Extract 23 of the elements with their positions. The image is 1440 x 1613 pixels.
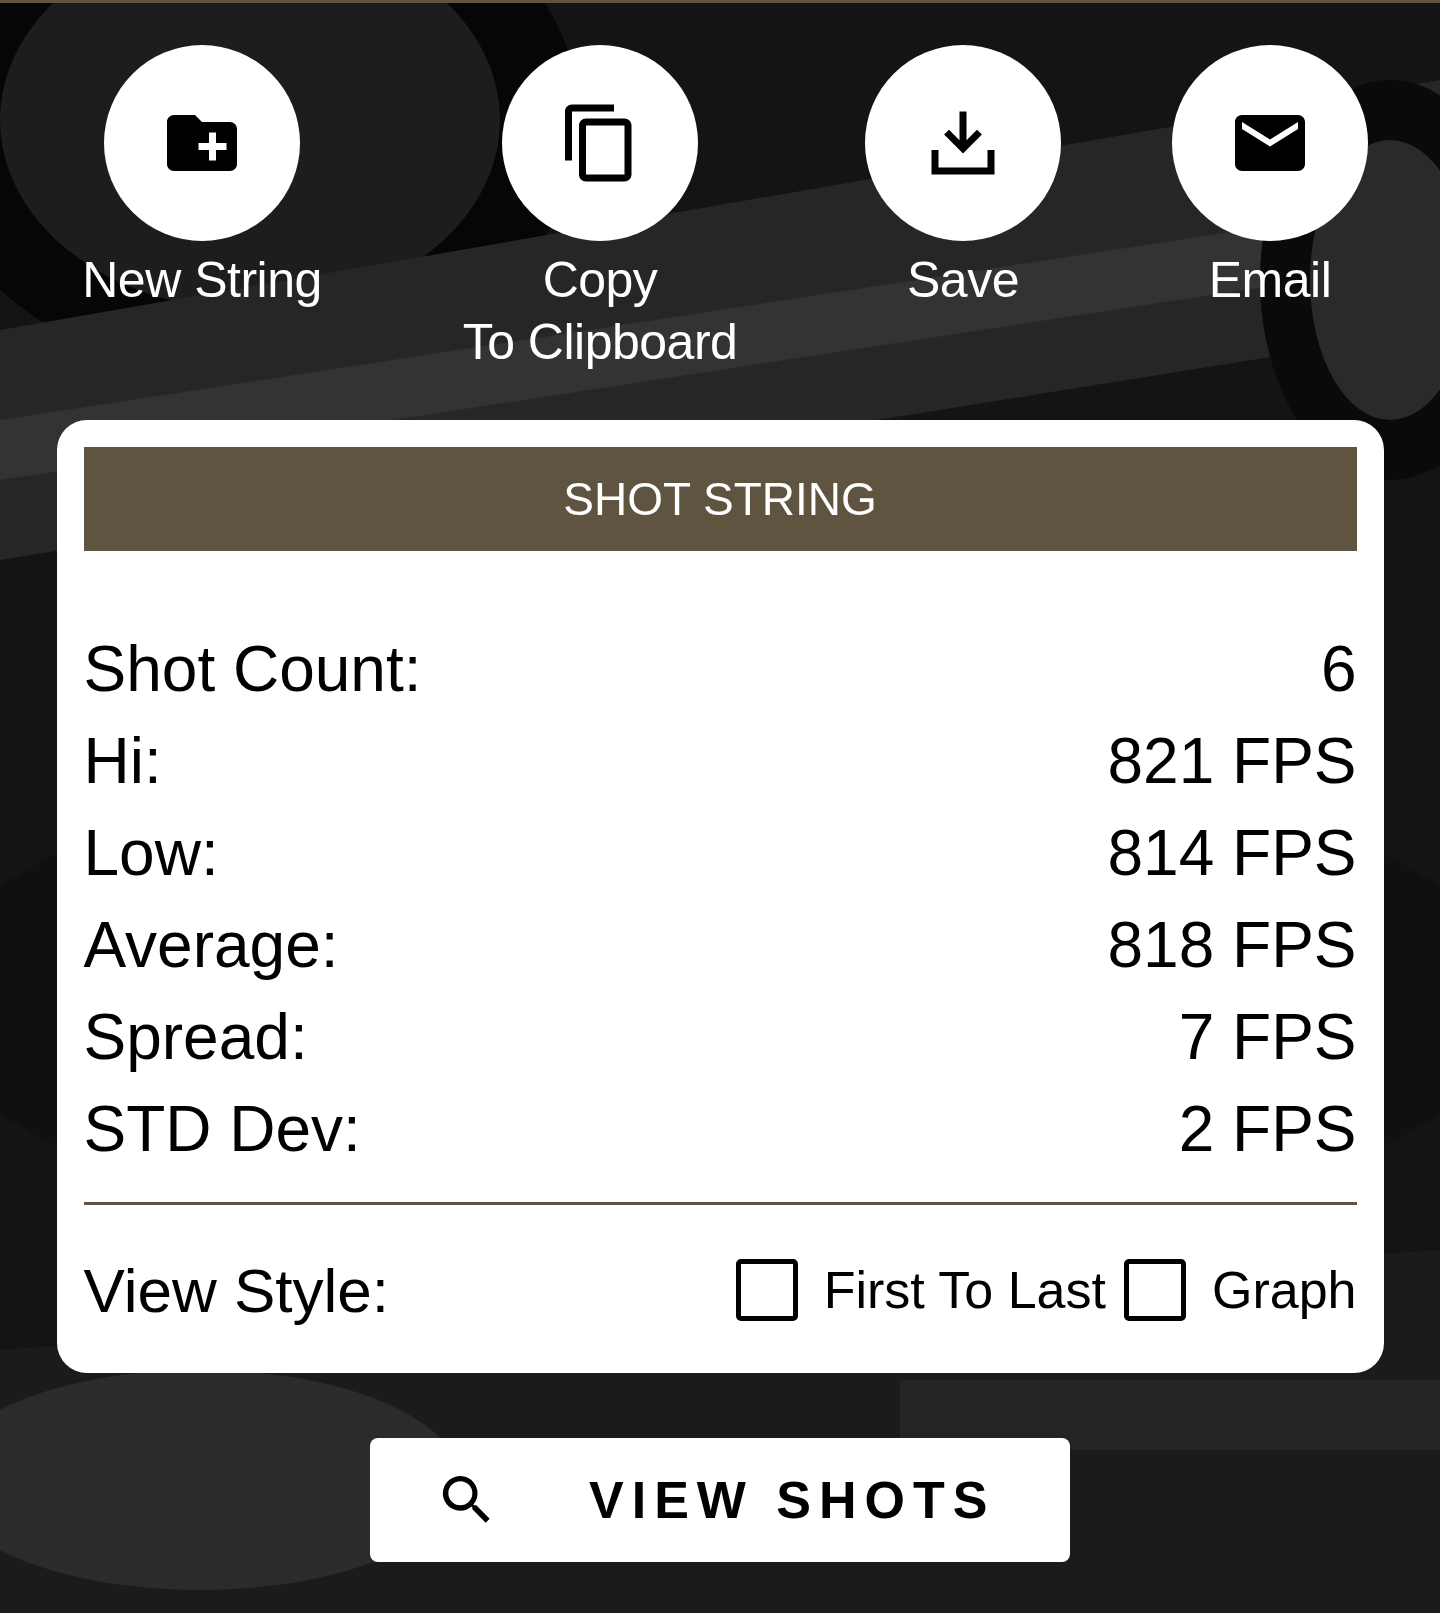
stat-value: 7 FPS	[1178, 1000, 1357, 1074]
stat-value: 814 FPS	[1107, 816, 1357, 890]
checkbox[interactable]	[735, 1259, 798, 1321]
stat-value: 6	[1320, 632, 1357, 706]
stat-label: Low:	[83, 816, 219, 890]
checkbox-label: Graph	[1211, 1260, 1357, 1320]
action-label: Copy To Clipboard	[462, 251, 738, 372]
action-label: New String	[82, 251, 322, 310]
stat-label: Average:	[83, 908, 339, 982]
stat-value: 2 FPS	[1178, 1092, 1357, 1166]
stat-label: Hi:	[83, 724, 162, 798]
action-label: Save	[907, 251, 1019, 310]
checkbox-label: First To Last	[823, 1260, 1106, 1320]
stat-label: STD Dev:	[83, 1092, 361, 1166]
stat-value: 818 FPS	[1107, 908, 1357, 982]
checkbox[interactable]	[1123, 1259, 1186, 1321]
view-style-label: View Style:	[83, 1254, 390, 1326]
stat-label: Spread:	[83, 1000, 308, 1074]
view-shots-button[interactable]: VIEW SHOTS	[370, 1438, 1070, 1562]
action-label: Email	[1208, 251, 1332, 310]
stat-value: 821 FPS	[1107, 724, 1357, 798]
stat-label: Shot Count:	[83, 632, 422, 706]
card-header: SHOT STRING	[83, 447, 1357, 551]
